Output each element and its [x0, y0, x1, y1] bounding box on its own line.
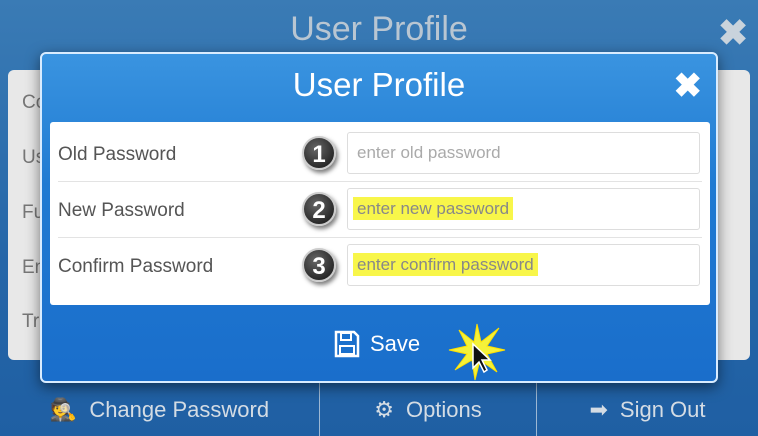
old-password-label: Old Password	[58, 144, 177, 165]
step-2-badge: 2	[302, 192, 336, 226]
step-1-badge: 1	[302, 136, 336, 170]
old-password-placeholder: enter old password	[357, 143, 501, 162]
options-button[interactable]: ⚙ Options	[320, 383, 537, 436]
change-password-label: Change Password	[89, 396, 270, 422]
modal-title: User Profile	[292, 66, 466, 103]
sign-out-label: Sign Out	[619, 396, 706, 422]
background-dialog-title: User Profile	[290, 10, 468, 48]
confirm-password-label: Confirm Password	[58, 256, 214, 277]
background-close-icon[interactable]: ✖	[718, 12, 748, 54]
new-password-label: New Password	[58, 200, 185, 221]
new-password-input[interactable]: enter new password	[347, 188, 700, 230]
user-profile-modal: User Profile ✖ Old Password 1 enter old …	[40, 52, 718, 383]
confirm-password-input[interactable]: enter confirm password	[347, 244, 700, 286]
confirm-password-row: Confirm Password 3 enter confirm passwor…	[58, 238, 702, 294]
step-3-badge: 3	[302, 248, 336, 282]
new-password-placeholder: enter new password	[353, 197, 514, 220]
old-password-row: Old Password 1 enter old password	[58, 126, 702, 182]
new-password-row: New Password 2 enter new password	[58, 182, 702, 238]
password-form: Old Password 1 enter old password New Pa…	[50, 122, 710, 305]
change-password-button[interactable]: 🕵 Change Password	[0, 383, 320, 436]
sign-out-button[interactable]: ➡ Sign Out	[537, 383, 758, 436]
gears-icon: ⚙	[374, 396, 394, 422]
save-label: Save	[370, 331, 421, 356]
footer-bar: 🕵 Change Password ⚙ Options ➡ Sign Out	[0, 383, 758, 436]
confirm-password-placeholder: enter confirm password	[353, 253, 538, 276]
user-secret-icon: 🕵	[49, 396, 78, 422]
options-label: Options	[405, 396, 482, 422]
save-button[interactable]: Save	[334, 330, 420, 358]
floppy-disk-icon	[334, 330, 360, 358]
close-icon[interactable]: ✖	[674, 66, 703, 106]
click-burst-cursor-icon	[448, 323, 506, 381]
old-password-input[interactable]: enter old password	[347, 132, 700, 174]
sign-out-icon: ➡	[589, 396, 608, 422]
